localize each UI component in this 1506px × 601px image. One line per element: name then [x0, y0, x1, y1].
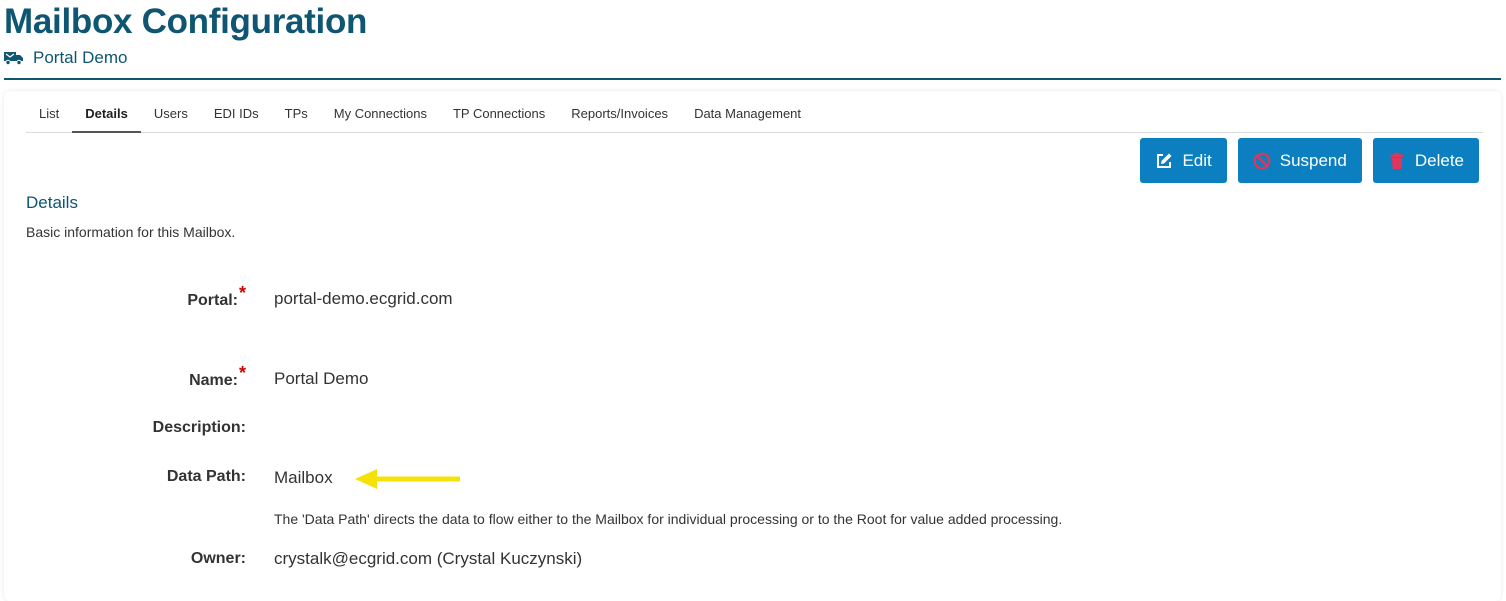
mailbox-subtitle: Portal Demo [4, 48, 127, 68]
tab-details[interactable]: Details [72, 106, 141, 133]
suspend-button[interactable]: Suspend [1237, 138, 1362, 183]
tab-tps[interactable]: TPs [272, 106, 321, 133]
owner-value: crystalk@ecgrid.com (Crystal Kuczynski) [274, 549, 583, 568]
tab-list[interactable]: List [26, 106, 72, 133]
required-marker: * [238, 363, 246, 383]
description-label: Description: [152, 419, 246, 436]
edit-label: Edit [1182, 150, 1212, 170]
tab-tp-connections[interactable]: TP Connections [440, 106, 558, 133]
section-description: Basic information for this Mailbox. [26, 224, 236, 240]
section-title: Details [26, 193, 78, 212]
portal-label: Portal:* [187, 283, 246, 309]
action-buttons: Edit Suspend Delete [1140, 138, 1479, 183]
data-path-help: The 'Data Path' directs the data to flow… [274, 511, 1063, 527]
tab-reports-invoices[interactable]: Reports/Invoices [558, 106, 681, 133]
ban-icon [1253, 152, 1271, 170]
name-value: Portal Demo [274, 369, 369, 388]
tab-my-connections[interactable]: My Connections [321, 106, 440, 133]
suspend-label: Suspend [1279, 150, 1347, 170]
name-label: Name:* [189, 363, 246, 389]
edit-button[interactable]: Edit [1140, 138, 1227, 183]
trash-icon [1388, 152, 1406, 170]
title-divider [4, 78, 1501, 80]
required-marker: * [238, 283, 246, 303]
details-card: List Details Users EDI IDs TPs My Connec… [4, 91, 1501, 601]
tab-bar: List Details Users EDI IDs TPs My Connec… [26, 95, 1483, 133]
subtitle-text: Portal Demo [33, 48, 128, 67]
edit-icon [1155, 152, 1173, 170]
mailbox-truck-icon [4, 50, 24, 66]
tab-data-management[interactable]: Data Management [681, 106, 814, 133]
delete-label: Delete [1414, 150, 1464, 170]
owner-label: Owner: [190, 550, 246, 567]
annotation-arrow-icon [355, 469, 460, 489]
data-path-label: Data Path: [166, 468, 246, 485]
portal-value: portal-demo.ecgrid.com [274, 289, 453, 308]
tab-edi-ids[interactable]: EDI IDs [201, 106, 272, 133]
delete-button[interactable]: Delete [1372, 138, 1479, 183]
data-path-value: Mailbox [274, 468, 333, 487]
tab-users[interactable]: Users [141, 106, 201, 133]
page-title: Mailbox Configuration [4, 2, 368, 41]
